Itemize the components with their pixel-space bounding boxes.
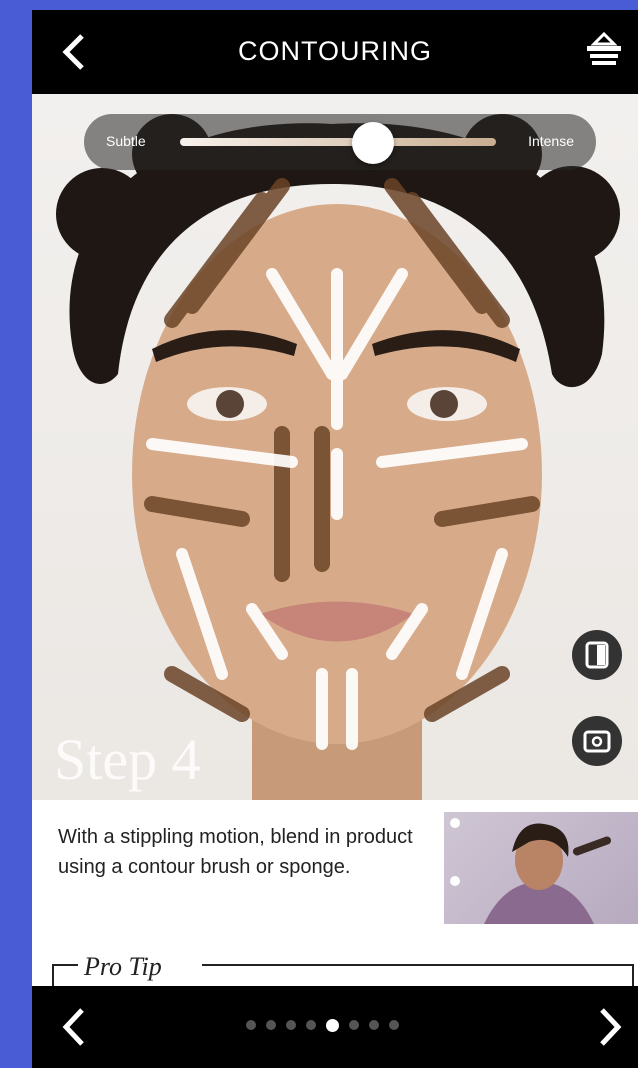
slider-label-subtle: Subtle [106,133,146,149]
pro-tip-section: Pro Tip [52,940,638,990]
divider [202,964,634,966]
page-dot[interactable] [306,1020,316,1030]
slider-track[interactable] [180,138,496,146]
basket-button[interactable] [584,30,624,74]
chevron-left-icon [62,1008,84,1046]
intensity-slider[interactable]: Subtle Intense [84,114,596,170]
pro-tip-heading: Pro Tip [84,952,162,981]
step-label: Step 4 [54,727,201,792]
phone-screen: CONTOURING Subtle Intense Step 4 With a … [32,10,638,1068]
page-dot[interactable] [246,1020,256,1030]
top-nav-bar: CONTOURING [32,10,638,94]
video-thumbnail-image [484,823,612,924]
thumbnail-dot [450,818,460,828]
next-step-button[interactable] [592,1004,628,1050]
page-dot[interactable] [286,1020,296,1030]
contour-face-image [56,114,620,800]
page-dot[interactable] [349,1020,359,1030]
compare-icon [585,641,609,669]
page-dot[interactable] [369,1020,379,1030]
page-dot[interactable] [389,1020,399,1030]
divider [52,964,78,966]
bottom-nav-bar [32,986,638,1068]
chevron-right-icon [600,1008,622,1046]
face-preview: Subtle Intense Step 4 [32,94,638,800]
camera-button[interactable] [572,716,622,766]
compare-button[interactable] [572,630,622,680]
instruction-text: With a stippling motion, blend in produc… [58,826,413,878]
camera-icon [583,730,611,753]
tutorial-video-thumbnail[interactable] [444,812,638,924]
page-dot[interactable] [266,1020,276,1030]
page-indicator [246,1019,399,1034]
previous-step-button[interactable] [56,1004,92,1050]
page-dot[interactable] [326,1019,339,1032]
page-title: CONTOURING [237,36,432,66]
slider-handle[interactable] [351,122,394,164]
basket-icon [587,31,621,65]
thumbnail-dot [450,876,460,886]
slider-label-intense: Intense [528,133,574,149]
